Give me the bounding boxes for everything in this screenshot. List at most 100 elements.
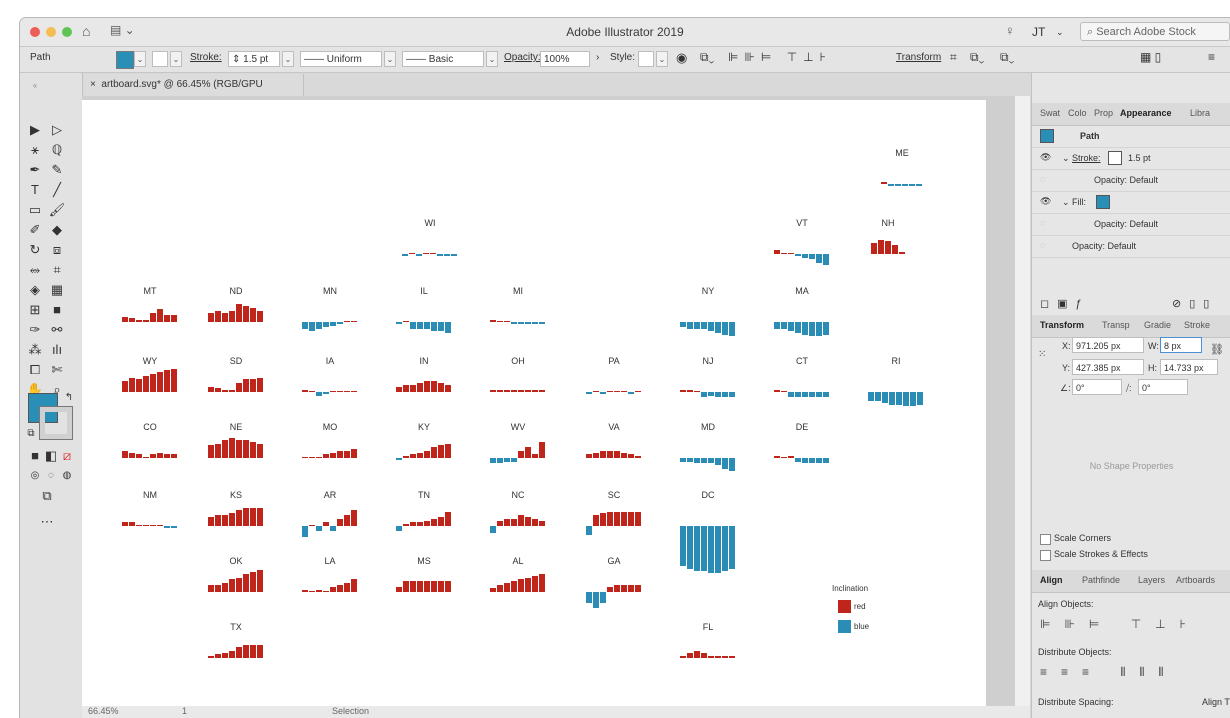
bar-ne-3[interactable] — [229, 438, 235, 458]
tab-swatches[interactable]: Swat — [1040, 108, 1060, 118]
bar-ne-7[interactable] — [257, 443, 263, 458]
bar-co-4[interactable] — [150, 454, 156, 458]
bar-ms-2[interactable] — [410, 581, 416, 592]
bar-oh-3[interactable] — [511, 390, 517, 392]
bar-ks-1[interactable] — [215, 515, 221, 526]
stroke-color-swatch[interactable] — [152, 51, 168, 67]
eye-icon[interactable]: ◌ — [1040, 240, 1045, 250]
bar-nc-4[interactable] — [518, 515, 524, 526]
recolor-artwork-icon[interactable]: ◉ — [676, 50, 687, 66]
bar-tx-1[interactable] — [215, 654, 221, 658]
bar-ky-0[interactable] — [396, 458, 402, 460]
bar-mo-5[interactable] — [337, 450, 343, 458]
eraser-tool-icon[interactable]: ◆ — [48, 221, 66, 239]
bar-sd-4[interactable] — [236, 383, 242, 392]
tab-libraries[interactable]: Libra — [1190, 108, 1210, 118]
bar-ma-0[interactable] — [774, 322, 780, 330]
appearance-stroke-opacity-row[interactable]: ◌ Opacity: Default — [1032, 170, 1230, 192]
bar-wi-5[interactable] — [437, 254, 443, 256]
bar-la-3[interactable] — [323, 591, 329, 592]
bar-wy-5[interactable] — [157, 372, 163, 392]
variable-width-profile[interactable]: —— Uniform — [300, 51, 382, 67]
bar-ri-3[interactable] — [889, 392, 895, 405]
bar-ma-6[interactable] — [816, 322, 822, 337]
bar-sc-1[interactable] — [593, 515, 599, 526]
chevron-down-icon[interactable]: ⌄ — [1062, 153, 1070, 164]
bar-oh-1[interactable] — [497, 390, 503, 392]
bar-wv-7[interactable] — [539, 441, 545, 458]
stroke-color-box[interactable] — [40, 407, 72, 439]
bar-wy-2[interactable] — [136, 379, 142, 392]
stroke-opacity-text[interactable]: Opacity: Default — [1094, 175, 1158, 185]
bar-tx-4[interactable] — [236, 647, 242, 658]
bar-wi-2[interactable] — [416, 254, 422, 256]
bar-wy-1[interactable] — [129, 377, 135, 392]
bar-oh-2[interactable] — [504, 390, 510, 392]
collapse-tools-icon[interactable]: « — [26, 77, 44, 95]
vertical-scrollbar[interactable] — [1015, 96, 1030, 706]
tab-align[interactable]: Align — [1040, 575, 1063, 585]
bar-co-7[interactable] — [171, 454, 177, 458]
bar-nh-2[interactable] — [884, 241, 891, 254]
bar-wy-6[interactable] — [164, 370, 170, 392]
bar-fl-4[interactable] — [708, 656, 714, 658]
h-field[interactable]: 14.733 px — [1160, 359, 1218, 375]
delete-item-icon[interactable]: ⊘▯▯ — [1172, 297, 1217, 310]
bar-il-6[interactable] — [438, 322, 444, 331]
status-tool-display[interactable]: Selection — [332, 706, 369, 716]
bar-nj-4[interactable] — [708, 392, 714, 396]
bar-ar-3[interactable] — [323, 522, 329, 526]
bar-nj-3[interactable] — [701, 392, 707, 398]
bar-mi-6[interactable] — [532, 322, 538, 324]
bar-wy-3[interactable] — [143, 375, 149, 392]
bar-ga-3[interactable] — [607, 586, 613, 592]
bar-mi-1[interactable] — [497, 321, 503, 322]
bar-me-5[interactable] — [916, 184, 922, 186]
bar-mi-5[interactable] — [525, 322, 531, 324]
bar-ny-4[interactable] — [708, 322, 714, 331]
bar-ma-2[interactable] — [788, 322, 794, 331]
free-transform-tool-icon[interactable]: ⌗ — [48, 261, 66, 279]
bar-ri-0[interactable] — [868, 392, 874, 401]
bar-ma-7[interactable] — [823, 322, 829, 335]
bar-md-6[interactable] — [722, 458, 728, 469]
bar-ar-7[interactable] — [351, 509, 357, 526]
arrange-icon[interactable]: ⧉⌄ — [970, 50, 984, 65]
tab-stroke[interactable]: Stroke — [1184, 320, 1210, 330]
bar-il-1[interactable] — [403, 321, 409, 322]
bar-mo-0[interactable] — [302, 457, 308, 458]
bar-tn-3[interactable] — [417, 522, 423, 526]
bar-tn-5[interactable] — [431, 518, 437, 526]
bar-ne-1[interactable] — [215, 443, 221, 458]
bar-ia-3[interactable] — [323, 392, 329, 394]
default-fill-stroke-icon[interactable]: ⧉ — [22, 425, 40, 443]
bar-ga-4[interactable] — [614, 584, 620, 592]
bar-wv-1[interactable] — [497, 458, 503, 464]
bar-tx-3[interactable] — [229, 650, 235, 658]
bar-mi-4[interactable] — [518, 322, 524, 324]
bar-il-5[interactable] — [431, 322, 437, 331]
bar-nj-1[interactable] — [687, 390, 693, 392]
rectangle-tool-icon[interactable]: ▭ — [26, 201, 44, 219]
appearance-bottom-icons[interactable]: ◻▣ƒ — [1040, 297, 1090, 310]
bar-mi-7[interactable] — [539, 322, 545, 324]
bar-sc-6[interactable] — [628, 511, 634, 526]
bar-de-0[interactable] — [774, 456, 780, 458]
bar-al-1[interactable] — [497, 584, 503, 592]
bar-fl-6[interactable] — [722, 656, 728, 658]
bar-ks-7[interactable] — [257, 508, 263, 526]
bar-dc-5[interactable] — [715, 526, 721, 573]
bar-ny-1[interactable] — [687, 322, 693, 330]
bar-nm-4[interactable] — [150, 525, 156, 526]
x-field[interactable]: 971.205 px — [1072, 337, 1144, 353]
bar-il-2[interactable] — [410, 322, 416, 330]
bar-ia-2[interactable] — [316, 392, 322, 396]
bar-dc-6[interactable] — [722, 526, 728, 571]
shape-builder-tool-icon[interactable]: ◈ — [26, 281, 44, 299]
tab-layers[interactable]: Layers — [1138, 575, 1165, 585]
bar-ri-4[interactable] — [896, 392, 902, 405]
bar-sd-0[interactable] — [208, 386, 214, 392]
bar-nc-7[interactable] — [539, 520, 545, 526]
bar-nc-2[interactable] — [504, 518, 510, 526]
bar-wi-7[interactable] — [451, 254, 457, 256]
